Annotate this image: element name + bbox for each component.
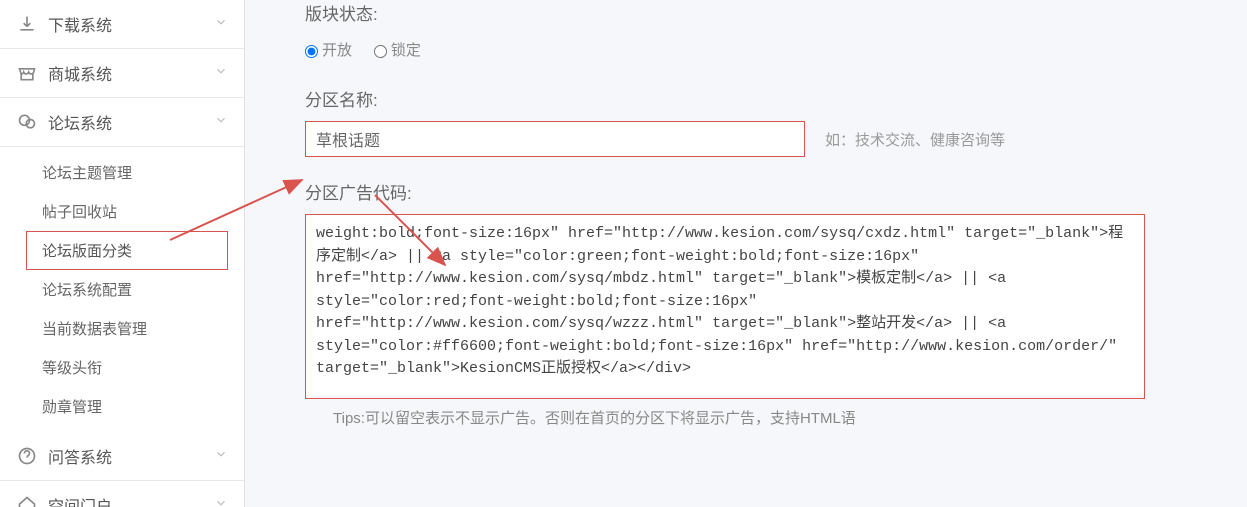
status-label: 版块状态: xyxy=(305,0,1217,25)
main-panel: 版块状态: 开放 锁定 分区名称: 如：技术交流、健康咨询等 分区广告代码: T… xyxy=(245,0,1247,507)
ad-code-textarea[interactable] xyxy=(306,215,1144,395)
sidebar: 下载系统 商城系统 论坛系统 论坛主题管理 帖子回收站 xyxy=(0,0,245,507)
ad-code-label: 分区广告代码: xyxy=(305,179,1217,204)
question-icon xyxy=(16,445,38,467)
sidebar-item-medal[interactable]: 勋章管理 xyxy=(0,387,244,426)
sidebar-item-topic-mgmt[interactable]: 论坛主题管理 xyxy=(0,153,244,192)
field-status: 版块状态: 开放 锁定 xyxy=(305,0,1217,64)
sidebar-item-board-category[interactable]: 论坛版面分类 xyxy=(26,231,228,270)
home-icon xyxy=(16,494,38,507)
sidebar-item-forum-config[interactable]: 论坛系统配置 xyxy=(0,270,244,309)
zone-name-input[interactable] xyxy=(305,121,805,157)
sidebar-item-table-mgmt[interactable]: 当前数据表管理 xyxy=(0,309,244,348)
shop-icon xyxy=(16,62,38,84)
chat-icon xyxy=(16,111,38,133)
radio-lock[interactable]: 锁定 xyxy=(374,42,421,59)
sidebar-item-recycle[interactable]: 帖子回收站 xyxy=(0,192,244,231)
sidebar-item-rank[interactable]: 等级头衔 xyxy=(0,348,244,387)
submenu-forum: 论坛主题管理 帖子回收站 论坛版面分类 论坛系统配置 当前数据表管理 等级头衔 … xyxy=(0,147,244,432)
chevron-down-icon xyxy=(214,447,228,466)
menu-forum[interactable]: 论坛系统 xyxy=(0,98,244,147)
zone-name-hint: 如：技术交流、健康咨询等 xyxy=(825,129,1005,150)
chevron-down-icon xyxy=(214,64,228,83)
menu-mall[interactable]: 商城系统 xyxy=(0,49,244,98)
menu-label: 商城系统 xyxy=(48,61,112,85)
field-ad-code: 分区广告代码: Tips:可以留空表示不显示广告。否则在首页的分区下将显示广告，… xyxy=(305,179,1217,428)
zone-name-label: 分区名称: xyxy=(305,86,1217,111)
download-icon xyxy=(16,13,38,35)
chevron-down-icon xyxy=(214,15,228,34)
radio-open[interactable]: 开放 xyxy=(305,42,352,59)
chevron-down-icon xyxy=(214,496,228,507)
menu-label: 论坛系统 xyxy=(48,110,112,134)
menu-qa[interactable]: 问答系统 xyxy=(0,432,244,481)
ad-code-tips: Tips:可以留空表示不显示广告。否则在首页的分区下将显示广告，支持HTML语 xyxy=(305,407,1217,428)
menu-download[interactable]: 下载系统 xyxy=(0,0,244,49)
chevron-down-icon xyxy=(214,113,228,132)
menu-label: 空间门户 xyxy=(48,493,112,507)
menu-label: 下载系统 xyxy=(48,12,112,36)
menu-space[interactable]: 空间门户 xyxy=(0,481,244,507)
field-zone-name: 分区名称: 如：技术交流、健康咨询等 xyxy=(305,86,1217,157)
menu-label: 问答系统 xyxy=(48,444,112,468)
